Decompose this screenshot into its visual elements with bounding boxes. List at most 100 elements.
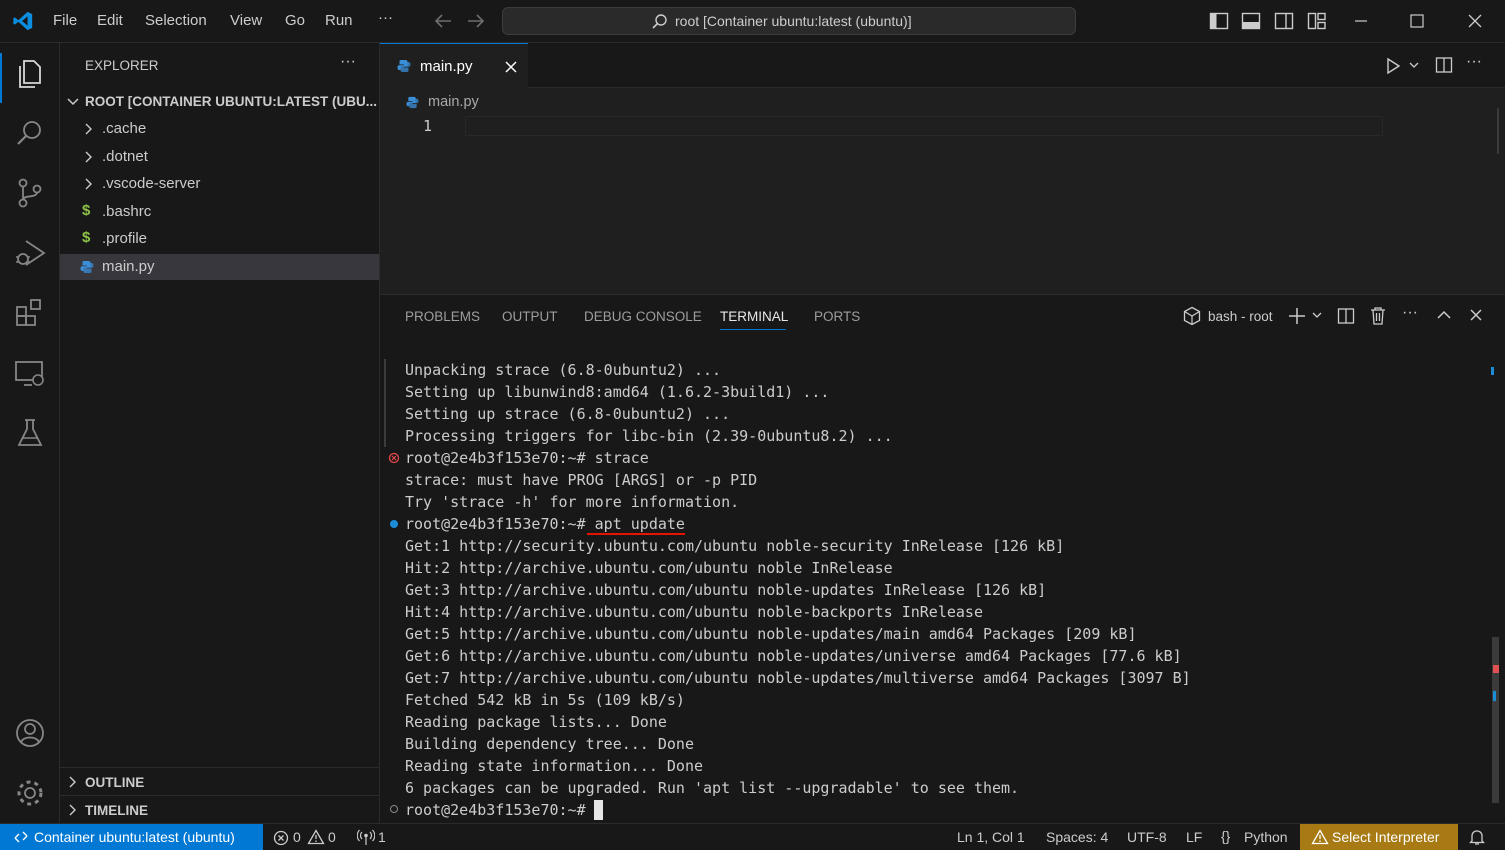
forward-arrow-icon[interactable] xyxy=(466,12,486,30)
outline-section-header[interactable]: OUTLINE xyxy=(60,770,379,796)
chevron-right-icon xyxy=(84,123,94,135)
terminal-line: Setting up libunwind8:amd64 (1.6.2-3buil… xyxy=(405,383,830,401)
tab-terminal[interactable]: TERMINAL xyxy=(720,309,788,324)
remote-explorer-icon[interactable] xyxy=(12,355,48,391)
tab-close-icon[interactable] xyxy=(504,60,518,74)
terminal-line: Try 'strace -h' for more information. xyxy=(405,493,740,511)
maximize-panel-chevron-up-icon[interactable] xyxy=(1436,309,1452,321)
pending-decoration-icon[interactable] xyxy=(390,805,398,813)
search-icon[interactable] xyxy=(12,115,48,151)
warning-count[interactable]: 0 xyxy=(328,829,336,845)
menu-more[interactable]: ··· xyxy=(378,9,393,26)
status-bar: Container ubuntu:latest (ubuntu) 0 0 1 L… xyxy=(0,823,1505,850)
tree-item-label: .cache xyxy=(102,120,147,137)
chevron-down-icon xyxy=(67,97,79,107)
end-of-line[interactable]: LF xyxy=(1186,829,1202,845)
toggle-primary-sidebar-icon[interactable] xyxy=(1209,12,1229,30)
kill-terminal-trash-icon[interactable] xyxy=(1369,306,1387,326)
timeline-section-header[interactable]: TIMELINE xyxy=(60,798,379,822)
testing-icon[interactable] xyxy=(12,415,48,451)
new-terminal-plus-icon[interactable] xyxy=(1287,306,1307,326)
terminal-dropdown-chevron-icon[interactable] xyxy=(1311,311,1323,321)
terminal-shell-icon xyxy=(1183,306,1201,326)
menu-selection[interactable]: Selection xyxy=(145,12,207,29)
menu-file[interactable]: File xyxy=(53,12,77,29)
explorer-icon[interactable] xyxy=(12,55,48,91)
editor-scrollbar[interactable] xyxy=(1497,108,1499,154)
error-count[interactable]: 0 xyxy=(293,829,301,845)
language-mode[interactable]: Python xyxy=(1244,829,1288,845)
search-icon xyxy=(651,13,669,31)
back-arrow-icon[interactable] xyxy=(433,12,453,30)
panel-more-actions[interactable]: ··· xyxy=(1402,304,1418,322)
terminal-cursor xyxy=(594,800,603,820)
success-decoration-icon[interactable] xyxy=(390,520,398,528)
split-editor-icon[interactable] xyxy=(1435,56,1453,74)
select-interpreter-button[interactable]: Select Interpreter xyxy=(1300,824,1458,850)
minimize-icon[interactable] xyxy=(1353,14,1369,28)
split-terminal-icon[interactable] xyxy=(1337,307,1355,325)
cursor-position[interactable]: Ln 1, Col 1 xyxy=(957,829,1025,845)
title-bar: File Edit Selection View Go Run ··· root… xyxy=(0,0,1505,43)
menu-view[interactable]: View xyxy=(230,12,262,29)
explorer-more-button[interactable]: ··· xyxy=(340,53,356,71)
run-debug-icon[interactable] xyxy=(12,235,48,271)
error-icon xyxy=(273,830,289,846)
run-dropdown-chevron-icon[interactable] xyxy=(1408,61,1420,71)
toggle-secondary-sidebar-icon[interactable] xyxy=(1274,12,1294,30)
maximize-icon[interactable] xyxy=(1409,13,1425,29)
notifications-bell-icon[interactable] xyxy=(1469,829,1485,846)
close-panel-icon[interactable] xyxy=(1469,308,1483,322)
source-control-icon[interactable] xyxy=(12,175,48,211)
terminal-scrollbar-thumb[interactable] xyxy=(1492,637,1499,803)
encoding[interactable]: UTF-8 xyxy=(1127,829,1167,845)
terminal-overview-marker xyxy=(1491,355,1495,383)
tree-file-main-py[interactable]: main.py xyxy=(60,254,379,280)
tree-item-label: .vscode-server xyxy=(102,175,201,192)
tree-file-profile[interactable]: $ .profile xyxy=(60,226,379,252)
error-decoration-icon[interactable] xyxy=(388,452,400,464)
ports-count[interactable]: 1 xyxy=(378,829,386,845)
terminal-line: Unpacking strace (6.8-0ubuntu2) ... xyxy=(405,361,722,379)
tree-folder-dotnet[interactable]: .dotnet xyxy=(60,144,379,170)
tree-item-label: .profile xyxy=(102,230,148,247)
warning-icon xyxy=(307,829,325,845)
menu-run[interactable]: Run xyxy=(325,12,353,29)
toggle-panel-icon[interactable] xyxy=(1241,12,1261,30)
tab-ports[interactable]: PORTS xyxy=(814,309,860,324)
window-close-icon[interactable] xyxy=(1467,13,1483,29)
workspace-root[interactable]: ROOT [CONTAINER UBUNTU:LATEST (UBU... xyxy=(60,89,379,115)
tree-folder-cache[interactable]: .cache xyxy=(60,116,379,142)
terminal-line: Fetched 542 kB in 5s (109 kB/s) xyxy=(405,691,685,709)
tab-debug-console[interactable]: DEBUG CONSOLE xyxy=(584,309,702,324)
tree-file-bashrc[interactable]: $ .bashrc xyxy=(60,199,379,225)
divider xyxy=(60,767,379,768)
terminal-line: Get:7 http://archive.ubuntu.com/ubuntu n… xyxy=(405,669,1191,687)
chevron-right-icon xyxy=(84,151,94,163)
settings-gear-icon[interactable] xyxy=(12,775,48,811)
terminal-name[interactable]: bash - root xyxy=(1208,309,1273,324)
editor-area[interactable]: main.py 1 xyxy=(380,88,1505,294)
editor-more-actions[interactable]: ··· xyxy=(1466,53,1482,71)
activity-bar xyxy=(0,43,60,823)
tree-item-label: main.py xyxy=(102,258,155,275)
terminal-line: Get:1 http://security.ubuntu.com/ubuntu … xyxy=(405,537,1065,555)
indentation[interactable]: Spaces: 4 xyxy=(1046,829,1108,845)
tab-output[interactable]: OUTPUT xyxy=(502,309,558,324)
customize-layout-icon[interactable] xyxy=(1307,12,1327,30)
chevron-right-icon xyxy=(68,804,78,816)
remote-indicator[interactable]: Container ubuntu:latest (ubuntu) xyxy=(0,824,263,850)
breadcrumb[interactable]: main.py xyxy=(428,94,479,110)
terminal-line: root@2e4b3f153e70:~# strace xyxy=(405,449,649,467)
tab-main-py[interactable]: main.py xyxy=(380,43,528,88)
terminal-line: Reading state information... Done xyxy=(405,757,704,775)
command-center-search[interactable]: root [Container ubuntu:latest (ubuntu)] xyxy=(502,7,1076,35)
accounts-icon[interactable] xyxy=(12,715,48,751)
run-python-file-icon[interactable] xyxy=(1384,57,1402,75)
active-tab-underline xyxy=(720,329,786,330)
tree-folder-vscode-server[interactable]: .vscode-server xyxy=(60,171,379,197)
tab-problems[interactable]: PROBLEMS xyxy=(405,309,480,324)
extensions-icon[interactable] xyxy=(12,295,48,331)
menu-go[interactable]: Go xyxy=(285,12,305,29)
menu-edit[interactable]: Edit xyxy=(97,12,123,29)
